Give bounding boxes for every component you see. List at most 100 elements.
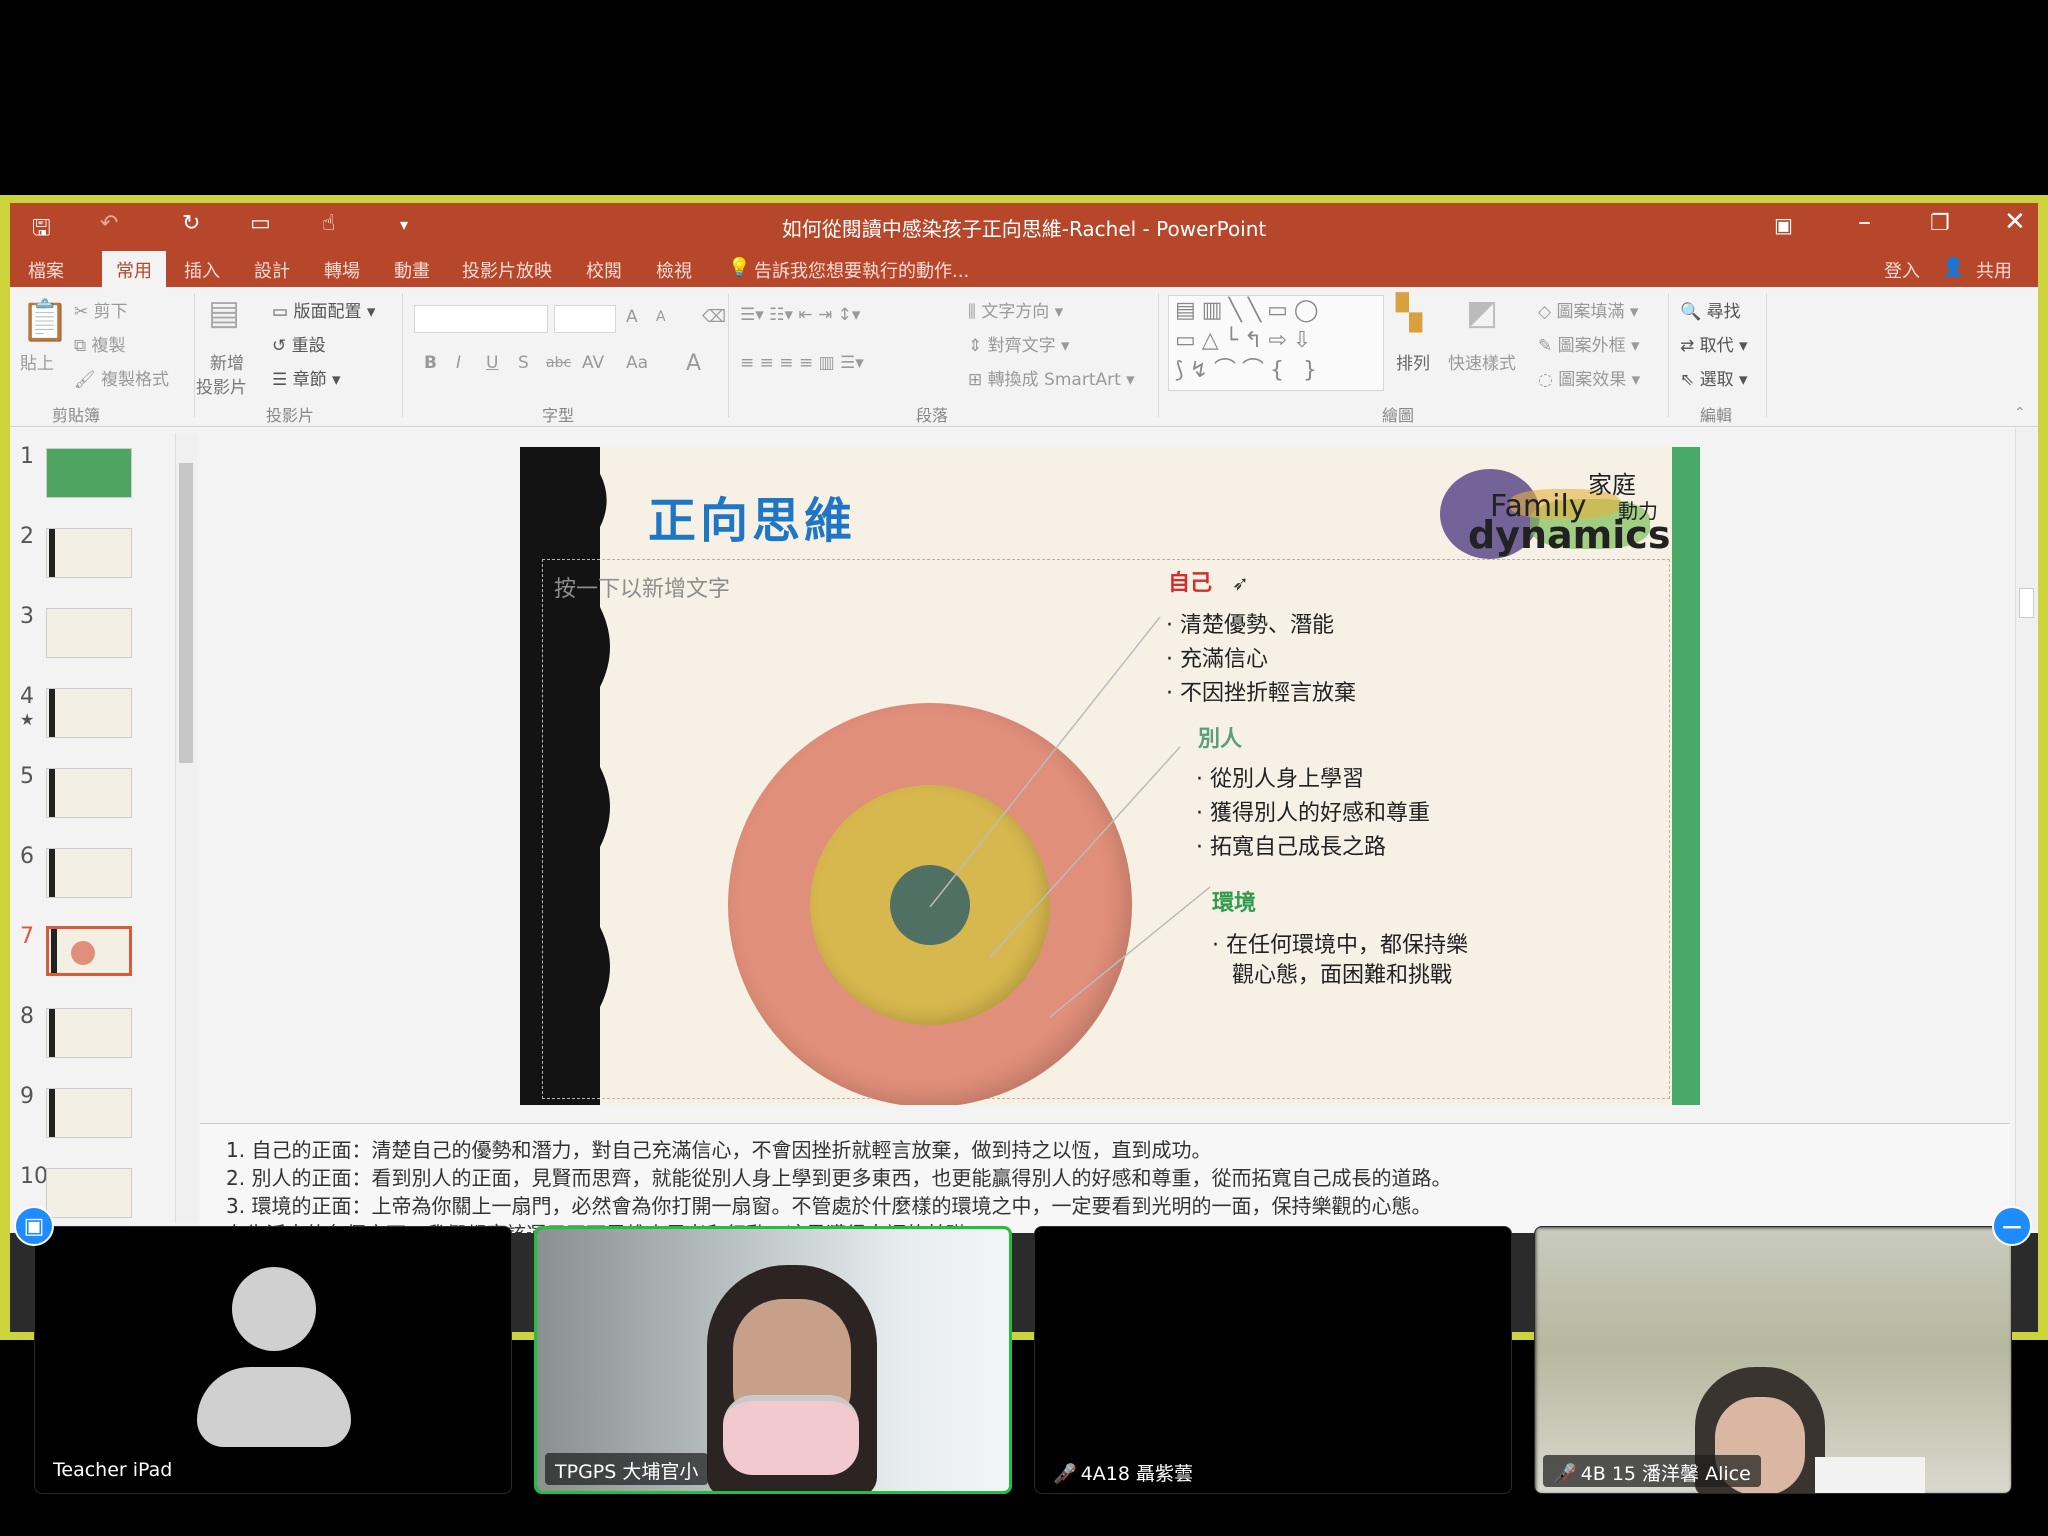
self-heading: 自己 [1168,571,1213,596]
bullet-text: 充滿信心 [1180,647,1269,672]
scroll-thumb[interactable] [2019,588,2034,618]
replace-label: 取代 [1699,336,1734,356]
thumb-stripe [51,929,57,973]
slide-thumbnail-3[interactable] [46,608,132,658]
slide-thumbnail-5[interactable] [46,768,132,818]
participant-tile-4[interactable]: 🎤̸ 4B 15 潘洋馨 Alice [1534,1226,2012,1494]
minimize-icon[interactable]: – [1858,207,1871,237]
thumb-number: 6 [20,844,34,869]
participant-tile-3[interactable]: 🎤̸ 4A18 聶紫蕓 [1034,1226,1512,1494]
section-button[interactable]: ☰ 章節 ▾ [272,365,341,390]
slide-canvas[interactable]: 正向思維 家庭 Family 動力 dynamics 按一下以新增文字 自己 ➶… [520,447,1700,1105]
quick-styles-icon[interactable]: ◩ [1466,293,1498,333]
sign-in-link[interactable]: 登入 [1884,257,1920,283]
tab-home[interactable]: 常用 [102,251,166,287]
bullet-item: · 拓寬自己成長之路 [1196,835,1387,860]
clear-formatting-icon[interactable]: ⌫ [702,307,726,327]
cut-button[interactable]: ✂ 剪下 [74,297,128,322]
align-icons[interactable]: ≡ ≡ ≡ ≡ ▥ ☰▾ [740,353,864,373]
tab-file[interactable]: 檔案 [28,257,64,283]
close-icon[interactable]: ✕ [2004,207,2026,237]
note-line: 2. 別人的正面：看到別人的正面，見賢而思齊，就能從別人身上學到更多東西，也更能… [226,1166,1452,1190]
bold-button[interactable]: B [424,353,437,373]
paste-button[interactable]: 貼上 [20,349,54,374]
slide-scrollbar[interactable] [2015,428,2038,1228]
avatar-body-icon [197,1367,351,1447]
share-button[interactable]: 共用 [1976,257,2012,283]
slide-thumbnail-8[interactable] [46,1008,132,1058]
find-button[interactable]: 🔍 尋找 [1680,297,1741,322]
arrange-button[interactable]: 排列 [1396,349,1430,374]
minimize-gallery-icon[interactable]: − [1992,1206,2032,1246]
ribbon-separator [402,293,403,417]
bullet-item: · 獲得別人的好感和尊重 [1196,801,1431,826]
replace-button[interactable]: ⇄ 取代 ▾ [1680,331,1748,356]
thumb-stripe [49,529,55,577]
layout-button[interactable]: ▭ 版面配置 ▾ [272,297,375,322]
change-case-button[interactable]: Aa [626,353,648,373]
strikethrough-button[interactable]: abc [546,355,571,371]
ribbon-display-options-icon[interactable]: ▣ [1774,213,1793,237]
participant-name: 4B 15 潘洋馨 Alice [1580,1463,1751,1485]
collapse-ribbon-icon[interactable]: ⌃ [2014,405,2026,421]
thumbnail-scrollbar[interactable] [175,433,197,1223]
restore-icon[interactable]: ❐ [1930,211,1950,236]
new-slide-label-2[interactable]: 投影片 [196,373,247,398]
shape-effects-button[interactable]: ◌ 圖案效果 ▾ [1538,365,1640,390]
tell-me-box[interactable]: 告訴我您想要執行的動作... [754,257,969,283]
font-name-box[interactable] [414,305,548,333]
slide-thumbnail-9[interactable] [46,1088,132,1138]
quick-styles-button[interactable]: 快速樣式 [1448,349,1516,374]
tab-slideshow[interactable]: 投影片放映 [462,257,552,283]
shrink-font-button[interactable]: A [656,309,666,325]
thumb-number: 9 [20,1084,34,1109]
char-spacing-button[interactable]: AV [582,353,604,373]
face-mask [723,1395,859,1475]
tab-insert[interactable]: 插入 [184,257,220,283]
shapes-gallery[interactable]: ▤▥╲╲▭◯ ▭△└↰⇨⇩ ⟆↯⌒⌒{ } [1168,295,1384,391]
clipboard-group-label: 剪貼簿 [52,406,101,425]
select-button[interactable]: ⇖ 選取 ▾ [1680,365,1748,390]
font-color-button[interactable]: A [686,351,701,376]
italic-button[interactable]: I [456,353,461,373]
gallery-view-icon[interactable]: ▣ [14,1206,54,1246]
slide-thumbnail-2[interactable] [46,528,132,578]
smartart-button[interactable]: ⊞ 轉換成 SmartArt ▾ [968,365,1135,390]
speaker-notes[interactable]: 1. 自己的正面：清楚自己的優勢和潛力，對自己充滿信心，不會因挫折就輕言放棄，做… [200,1123,2010,1246]
thumb-stripe [49,1009,55,1057]
grow-font-button[interactable]: A [626,307,638,327]
tab-design[interactable]: 設計 [254,257,290,283]
slide-thumbnail-6[interactable] [46,848,132,898]
tab-transitions[interactable]: 轉場 [324,257,360,283]
slide-thumbnail-1[interactable] [46,448,132,498]
shape-fill-button[interactable]: ◇ 圖案填滿 ▾ [1538,297,1638,322]
reset-button[interactable]: ↺ 重設 [272,331,326,356]
shadow-button[interactable]: S [518,353,529,373]
bullets-icon[interactable]: ☰▾ ☷▾ ⇤ ⇥ ↕▾ [740,305,860,325]
window-title: 如何從閱讀中感染孩子正向思維-Rachel - PowerPoint [781,217,1267,241]
tab-view[interactable]: 檢視 [656,257,692,283]
scroll-thumb[interactable] [179,463,193,763]
tab-animations[interactable]: 動畫 [394,257,430,283]
new-slide-icon[interactable]: ▤ [208,293,240,333]
text-direction-button[interactable]: ⫼ 文字方向 ▾ [968,297,1063,322]
bullet-item: 觀心態，面困難和挑戰 [1232,957,1452,989]
format-painter-label: 複製格式 [101,370,169,390]
arrange-icon[interactable]: ▚ [1396,293,1422,333]
slide-thumbnail-4[interactable] [46,688,132,738]
participant-tile-2[interactable]: TPGPS 大埔官小 [534,1226,1012,1494]
thumb-number: 10 [20,1164,48,1189]
paste-icon[interactable]: 📋 [20,297,70,344]
note-line: 1. 自己的正面：清楚自己的優勢和潛力，對自己充滿信心，不會因挫折就輕言放棄，做… [226,1138,1212,1162]
underline-button[interactable]: U [486,353,498,373]
participant-tile-1[interactable]: Teacher iPad [34,1226,512,1494]
shape-outline-button[interactable]: ✎ 圖案外框 ▾ [1538,331,1640,356]
align-text-button[interactable]: ⇕ 對齊文字 ▾ [968,331,1070,356]
new-slide-label-1[interactable]: 新增 [210,349,244,374]
copy-button[interactable]: ⧉ 複製 [74,331,126,356]
font-size-box[interactable] [554,305,616,333]
format-painter-button[interactable]: 🖌 複製格式 [74,365,169,390]
slide-thumbnail-7[interactable] [46,926,132,976]
slide-thumbnail-10[interactable] [46,1168,132,1218]
tab-review[interactable]: 校閱 [586,257,622,283]
